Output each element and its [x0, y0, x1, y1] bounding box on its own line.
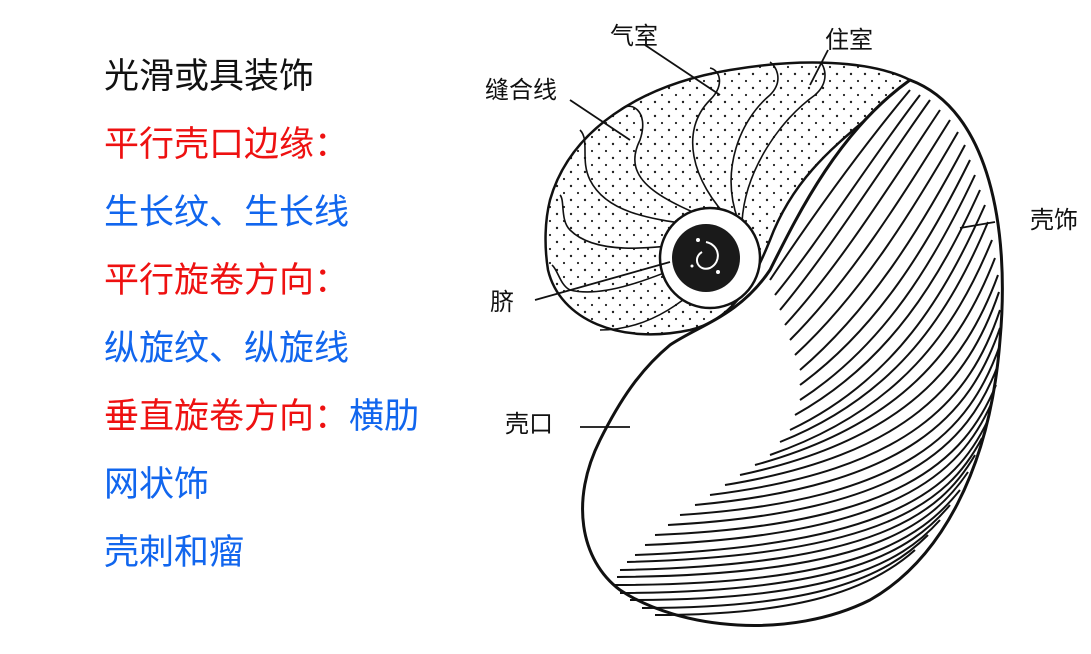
feature-ribs: 横肋	[349, 397, 420, 437]
label-suture: 缝合线	[485, 76, 557, 104]
feature-list: 光滑或具装饰 平行壳口边缘： 生长纹、生长线 平行旋卷方向： 纵旋纹、纵旋线 垂…	[0, 0, 470, 654]
feature-reticulate: 网状饰	[104, 465, 210, 505]
feature-perp-spiral-heading: 垂直旋卷方向：	[104, 397, 350, 437]
feature-spines: 壳刺和瘤	[104, 533, 245, 573]
shell-illustration	[534, 44, 1004, 627]
label-air-chamber: 气室	[610, 22, 658, 50]
shell-diagram: 气室 住室 缝合线 壳饰 脐 壳口	[470, 0, 1091, 654]
label-aperture: 壳口	[505, 410, 553, 438]
label-ornament: 壳饰	[1030, 206, 1078, 234]
label-living-chamber: 住室	[825, 26, 873, 54]
feature-parallel-aperture-heading: 平行壳口边缘：	[104, 125, 350, 165]
feature-spiral-lines: 纵旋纹、纵旋线	[104, 329, 350, 369]
feature-growth-lines: 生长纹、生长线	[104, 193, 350, 233]
feature-perp-spiral-row: 垂直旋卷方向：横肋	[104, 400, 419, 435]
umbilicus-core	[672, 224, 740, 292]
label-umbilicus: 脐	[490, 288, 514, 316]
feature-parallel-spiral-heading: 平行旋卷方向：	[104, 261, 350, 301]
feature-smooth: 光滑或具装饰	[104, 57, 315, 97]
